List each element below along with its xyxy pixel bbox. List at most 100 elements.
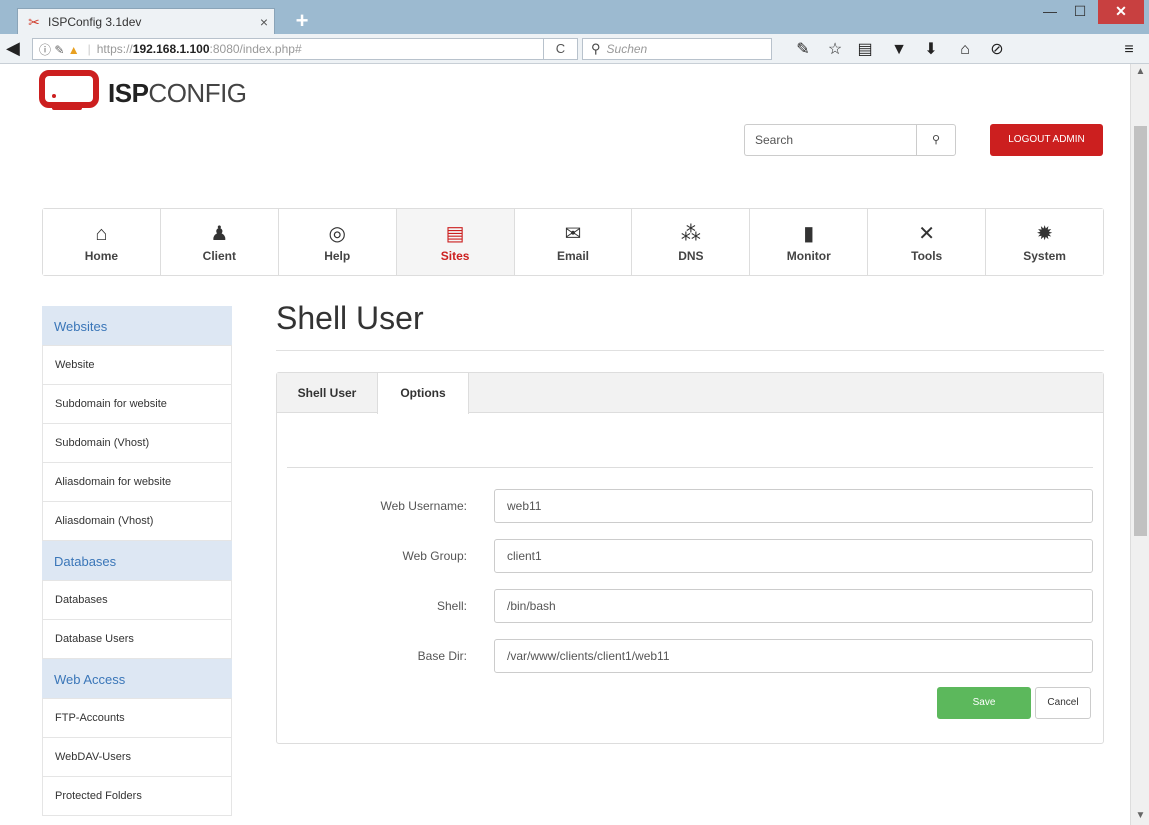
nav-item-help[interactable]: ◎ Help xyxy=(278,209,397,275)
sidebar-section-web-access: Web Access xyxy=(42,659,232,699)
pocket-icon[interactable]: ▼ xyxy=(888,40,910,60)
web-username-field[interactable]: web11 xyxy=(494,489,1093,523)
url-host: 192.168.1.100 xyxy=(132,42,210,56)
main-navigation: ⌂ Home ♟ Client ◎ Help ▤ Sites ✉ Email ⁂… xyxy=(42,208,1104,276)
addon-icon[interactable]: ⊘ xyxy=(986,40,1008,60)
gear-icon: ✹ xyxy=(1036,223,1053,245)
sidebar-item-database-users[interactable]: Database Users xyxy=(42,620,232,659)
form-row-web-group: Web Group: client1 xyxy=(277,539,1103,573)
sidebar-item-protected-folders[interactable]: Protected Folders xyxy=(42,777,232,816)
form-row-web-username: Web Username: web11 xyxy=(277,489,1103,523)
envelope-icon: ✉ xyxy=(564,223,582,245)
nav-label: DNS xyxy=(678,249,704,263)
sidebar-item-subdomain-for-website[interactable]: Subdomain for website xyxy=(42,385,232,424)
nav-item-sites[interactable]: ▤ Sites xyxy=(396,209,515,275)
url-scheme: https:// xyxy=(96,42,133,56)
bookmark-star-icon[interactable]: ☆ xyxy=(824,40,846,60)
nav-label: Sites xyxy=(440,249,470,263)
back-arrow-icon[interactable]: ◀ xyxy=(6,38,20,59)
search-input[interactable]: Search xyxy=(744,124,916,156)
window-minimize-button[interactable]: — xyxy=(1036,0,1064,24)
form-row-shell: Shell: /bin/bash xyxy=(277,589,1103,623)
download-icon[interactable]: ⬇ xyxy=(920,40,942,60)
form-row-base-dir: Base Dir: /var/www/clients/client1/web11 xyxy=(277,639,1103,673)
nav-label: System xyxy=(1023,249,1066,263)
browser-window-icon: ▤ xyxy=(445,223,465,245)
ispconfig-logo[interactable]: ISPCONFIG xyxy=(38,70,268,114)
window-maximize-button[interactable]: ☐ xyxy=(1066,0,1094,24)
new-tab-button[interactable]: + xyxy=(290,10,314,32)
search-button[interactable]: ⚲ xyxy=(916,124,956,156)
lock-warning-icon: ▲ xyxy=(67,42,80,57)
title-divider xyxy=(276,350,1104,351)
lifebuoy-icon: ◎ xyxy=(328,223,346,245)
url-separator: | xyxy=(87,42,91,56)
logo-wordmark: ISPCONFIG xyxy=(108,78,247,108)
web-group-field[interactable]: client1 xyxy=(494,539,1093,573)
home-browser-icon[interactable]: ⌂ xyxy=(954,40,976,60)
form-divider xyxy=(287,467,1093,468)
reading-list-icon[interactable]: ▤ xyxy=(854,40,876,60)
form-tabbar: Shell User Options xyxy=(277,373,1103,414)
nav-item-system[interactable]: ✹ System xyxy=(986,209,1104,275)
nav-label: Monitor xyxy=(786,249,831,263)
save-button[interactable]: Save xyxy=(937,687,1031,719)
browser-search-placeholder: Suchen xyxy=(606,42,648,56)
url-bar[interactable]: ⓘ ✎ ▲ | https://192.168.1.100:8080/index… xyxy=(32,38,544,60)
nav-item-dns[interactable]: ⁂ DNS xyxy=(632,209,751,275)
browser-navbar: ◀ ⓘ ✎ ▲ | https://192.168.1.100:8080/ind… xyxy=(0,34,1149,64)
tab-title: ISPConfig 3.1dev xyxy=(48,14,142,29)
sidebar-item-webdav-users[interactable]: WebDAV-Users xyxy=(42,738,232,777)
sidebar-item-website[interactable]: Website xyxy=(42,346,232,385)
nav-item-monitor[interactable]: ▮ Monitor xyxy=(750,209,869,275)
sidebar-item-aliasdomain-vhost[interactable]: Aliasdomain (Vhost) xyxy=(42,502,232,541)
search-icon: ⚲ xyxy=(591,41,601,56)
page-title: Shell User xyxy=(276,300,424,336)
nav-item-client[interactable]: ♟ Client xyxy=(160,209,279,275)
browser-titlebar: ✂ ISPConfig 3.1dev × + — ☐ ✕ xyxy=(0,0,1149,34)
web-group-label: Web Group: xyxy=(402,549,467,563)
traffic-light-icon: ▮ xyxy=(803,223,815,245)
nav-label: Email xyxy=(557,249,590,263)
reload-button[interactable]: C xyxy=(544,38,578,60)
home-icon: ⌂ xyxy=(95,223,108,245)
shell-label: Shell: xyxy=(436,599,467,613)
tab-options[interactable]: Options xyxy=(377,373,469,414)
shell-field[interactable]: /bin/bash xyxy=(494,589,1093,623)
tab-shell-user[interactable]: Shell User xyxy=(277,373,377,413)
url-path: :8080/index.php# xyxy=(209,42,302,56)
web-username-label: Web Username: xyxy=(380,499,467,513)
wrench-icon[interactable]: ✎ xyxy=(792,40,814,60)
ispconfig-favicon-icon: ✂ xyxy=(28,13,40,30)
cancel-button[interactable]: Cancel xyxy=(1035,687,1091,719)
sidebar-item-subdomain-vhost[interactable]: Subdomain (Vhost) xyxy=(42,424,232,463)
base-dir-field[interactable]: /var/www/clients/client1/web11 xyxy=(494,639,1093,673)
sidebar-item-aliasdomain-for-website[interactable]: Aliasdomain for website xyxy=(42,463,232,502)
nav-item-tools[interactable]: ✕ Tools xyxy=(868,209,987,275)
sidebar-item-databases[interactable]: Databases xyxy=(42,581,232,620)
scroll-up-icon[interactable]: ▲ xyxy=(1131,66,1149,77)
browser-tab[interactable]: ✂ ISPConfig 3.1dev × xyxy=(17,8,275,34)
sidebar-item-ftp-accounts[interactable]: FTP-Accounts xyxy=(42,699,232,738)
nav-item-email[interactable]: ✉ Email xyxy=(514,209,633,275)
site-info-icon[interactable]: ⓘ ✎ ▲ xyxy=(39,41,80,58)
scrollbar-thumb[interactable] xyxy=(1134,126,1147,536)
tab-close-icon[interactable]: × xyxy=(254,14,274,30)
scroll-down-icon[interactable]: ▼ xyxy=(1131,810,1149,821)
search-icon: ⚲ xyxy=(931,134,941,146)
sidebar: Websites Website Subdomain for website S… xyxy=(42,306,232,816)
network-icon: ⁂ xyxy=(680,223,701,245)
nav-label: Client xyxy=(202,249,236,263)
logout-button[interactable]: LOGOUT ADMIN xyxy=(990,124,1103,156)
nav-label: Tools xyxy=(911,249,943,263)
form-panel: Shell User Options Web Username: web11 W… xyxy=(276,372,1104,744)
nav-item-home[interactable]: ⌂ Home xyxy=(43,209,161,275)
monitor-logo-icon xyxy=(39,70,99,110)
browser-search-input[interactable]: ⚲ Suchen xyxy=(582,38,772,60)
page-scrollbar[interactable]: ▲ ▼ xyxy=(1130,64,1149,825)
hamburger-menu-icon[interactable]: ≡ xyxy=(1118,40,1140,60)
users-icon: ♟ xyxy=(210,223,229,245)
window-close-button[interactable]: ✕ xyxy=(1098,0,1144,24)
nav-label: Help xyxy=(324,249,351,263)
nav-label: Home xyxy=(84,249,119,263)
